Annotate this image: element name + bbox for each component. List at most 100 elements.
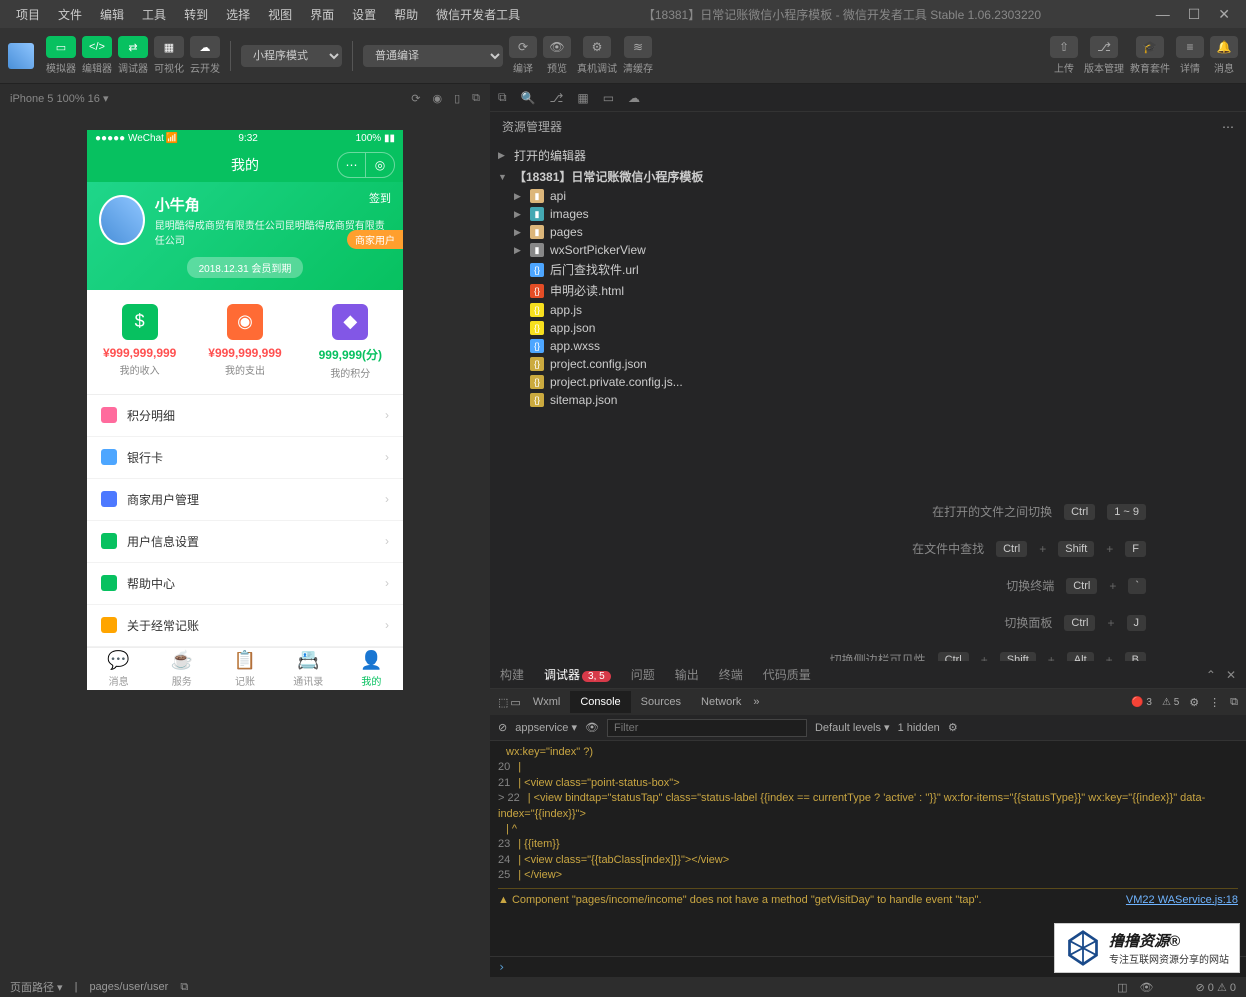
panel-tab-终端[interactable]: 终端: [719, 666, 743, 683]
minimize-icon[interactable]: —: [1156, 6, 1170, 23]
overflow-icon[interactable]: »: [753, 696, 759, 708]
file-item[interactable]: {}project.config.json: [498, 355, 1238, 373]
menu-工具[interactable]: 工具: [134, 2, 174, 27]
file-item[interactable]: {}app.wxss: [498, 337, 1238, 355]
search-icon[interactable]: 🔍: [521, 91, 536, 105]
explorer-icon[interactable]: ⧉: [498, 90, 507, 105]
file-item[interactable]: {}project.private.config.js...: [498, 373, 1238, 391]
levels-select[interactable]: Default levels ▾: [815, 721, 890, 734]
project-root[interactable]: ▼【18381】日常记账微信小程序模板: [498, 166, 1238, 187]
menu-微信开发者工具[interactable]: 微信开发者工具: [428, 2, 528, 27]
more-icon[interactable]: ⋮: [1209, 696, 1220, 709]
menu-编辑[interactable]: 编辑: [92, 2, 132, 27]
panel-tab-代码质量[interactable]: 代码质量: [763, 666, 811, 683]
tab-消息[interactable]: 💬消息: [87, 648, 150, 690]
menu-row[interactable]: 银行卡›: [87, 437, 403, 479]
menu-帮助[interactable]: 帮助: [386, 2, 426, 27]
devtab-Network[interactable]: Network: [691, 691, 751, 713]
simulator-button[interactable]: ▭: [46, 36, 76, 58]
menu-row[interactable]: 商家用户管理›: [87, 479, 403, 521]
folder-images[interactable]: ▶▮images: [498, 205, 1238, 223]
devtab-Wxml[interactable]: Wxml: [523, 691, 571, 713]
devtab-Sources[interactable]: Sources: [631, 691, 691, 713]
debugger-button[interactable]: ⇄: [118, 36, 148, 58]
clear-icon[interactable]: ⊘: [498, 721, 507, 734]
tab-记账[interactable]: 📋记账: [213, 648, 276, 690]
device-selector[interactable]: iPhone 5 100% 16 ▾: [10, 92, 108, 105]
preview-button[interactable]: 👁: [543, 36, 571, 58]
cloud-button[interactable]: ☁: [190, 36, 220, 58]
ext-icon[interactable]: ▦: [577, 91, 588, 105]
gear-icon[interactable]: ⚙: [948, 721, 958, 734]
git-icon[interactable]: ⎇: [550, 91, 564, 105]
panel-tab-问题[interactable]: 问题: [631, 666, 655, 683]
menu-选择[interactable]: 选择: [218, 2, 258, 27]
hidden-count[interactable]: 1 hidden: [898, 722, 940, 734]
menu-row[interactable]: 积分明细›: [87, 395, 403, 437]
refresh-icon[interactable]: ⟳: [411, 92, 420, 105]
mode-select[interactable]: 小程序模式: [241, 45, 342, 67]
device-toggle-icon[interactable]: ▭: [510, 696, 520, 709]
filter-input[interactable]: [607, 719, 807, 737]
devtab-Console[interactable]: Console: [570, 691, 630, 713]
tab-服务[interactable]: ☕服务: [150, 648, 213, 690]
menu-界面[interactable]: 界面: [302, 2, 342, 27]
device-icon[interactable]: ▯: [454, 92, 460, 105]
layout-icon[interactable]: ▭: [603, 91, 614, 105]
detail-button[interactable]: ≡: [1176, 36, 1204, 58]
eye-icon[interactable]: 👁: [585, 721, 599, 734]
scene-icon[interactable]: ◫: [1117, 981, 1127, 994]
visualize-button[interactable]: ▦: [154, 36, 184, 58]
menu-row[interactable]: 关于经常记账›: [87, 605, 403, 647]
folder-api[interactable]: ▶▮api: [498, 187, 1238, 205]
panel-tab-输出[interactable]: 输出: [675, 666, 699, 683]
maximize-icon[interactable]: ☐: [1188, 6, 1201, 23]
menu-视图[interactable]: 视图: [260, 2, 300, 27]
file-item[interactable]: {}app.json: [498, 319, 1238, 337]
capsule-button[interactable]: ⋯◎: [337, 152, 395, 178]
warn-count[interactable]: ⚠ 5: [1162, 697, 1179, 708]
file-item[interactable]: {}app.js: [498, 301, 1238, 319]
close-icon[interactable]: ✕: [1226, 668, 1236, 682]
message-button[interactable]: 🔔: [1210, 36, 1238, 58]
stat-item[interactable]: ◉¥999,999,999我的支出: [192, 290, 297, 394]
editor-button[interactable]: </>: [82, 36, 112, 58]
menu-转到[interactable]: 转到: [176, 2, 216, 27]
file-item[interactable]: {}后门查找软件.url: [498, 259, 1238, 280]
menu-项目[interactable]: 项目: [8, 2, 48, 27]
avatar[interactable]: [99, 195, 145, 245]
tab-我的[interactable]: 👤我的: [340, 648, 403, 690]
folder-wxSortPickerView[interactable]: ▶▮wxSortPickerView: [498, 241, 1238, 259]
compile-mode-select[interactable]: 普通编译: [363, 45, 503, 67]
record-icon[interactable]: ◉: [432, 92, 442, 105]
chevron-up-icon[interactable]: ⌃: [1206, 668, 1216, 682]
context-select[interactable]: appservice ▾: [515, 721, 577, 734]
page-path-label[interactable]: 页面路径 ▾: [10, 979, 63, 995]
version-button[interactable]: ⎇: [1090, 36, 1118, 58]
gear-icon[interactable]: ⚙: [1189, 696, 1199, 709]
error-count[interactable]: 🔴 3: [1131, 697, 1152, 708]
menu-设置[interactable]: 设置: [344, 2, 384, 27]
copy-icon[interactable]: ⧉: [180, 981, 188, 994]
panel-tab-调试器[interactable]: 调试器3, 5: [544, 666, 611, 683]
open-editors-section[interactable]: ▶打开的编辑器: [498, 145, 1238, 166]
folder-pages[interactable]: ▶▮pages: [498, 223, 1238, 241]
dock-icon[interactable]: ⧉: [1230, 696, 1238, 709]
edu-button[interactable]: 🎓: [1136, 36, 1164, 58]
panel-tab-构建[interactable]: 构建: [500, 666, 524, 683]
close-icon[interactable]: ✕: [1218, 6, 1230, 23]
clear-cache-button[interactable]: ≋: [624, 36, 652, 58]
stat-item[interactable]: $¥999,999,999我的收入: [87, 290, 192, 394]
remote-debug-button[interactable]: ⚙: [583, 36, 611, 58]
problems-count[interactable]: ⊘ 0 ⚠ 0: [1196, 981, 1236, 994]
menu-文件[interactable]: 文件: [50, 2, 90, 27]
stat-item[interactable]: ◆999,999(分)我的积分: [298, 290, 403, 394]
more-icon[interactable]: ⋯: [1222, 120, 1234, 134]
popout-icon[interactable]: ⧉: [472, 92, 480, 105]
compile-button[interactable]: ⟳: [509, 36, 537, 58]
upload-button[interactable]: ⇧: [1050, 36, 1078, 58]
inspector-icon[interactable]: ⬚: [498, 696, 508, 709]
file-item[interactable]: {}sitemap.json: [498, 391, 1238, 409]
cloud-icon[interactable]: ☁: [628, 91, 640, 105]
tab-通讯录[interactable]: 📇通讯录: [277, 648, 340, 690]
